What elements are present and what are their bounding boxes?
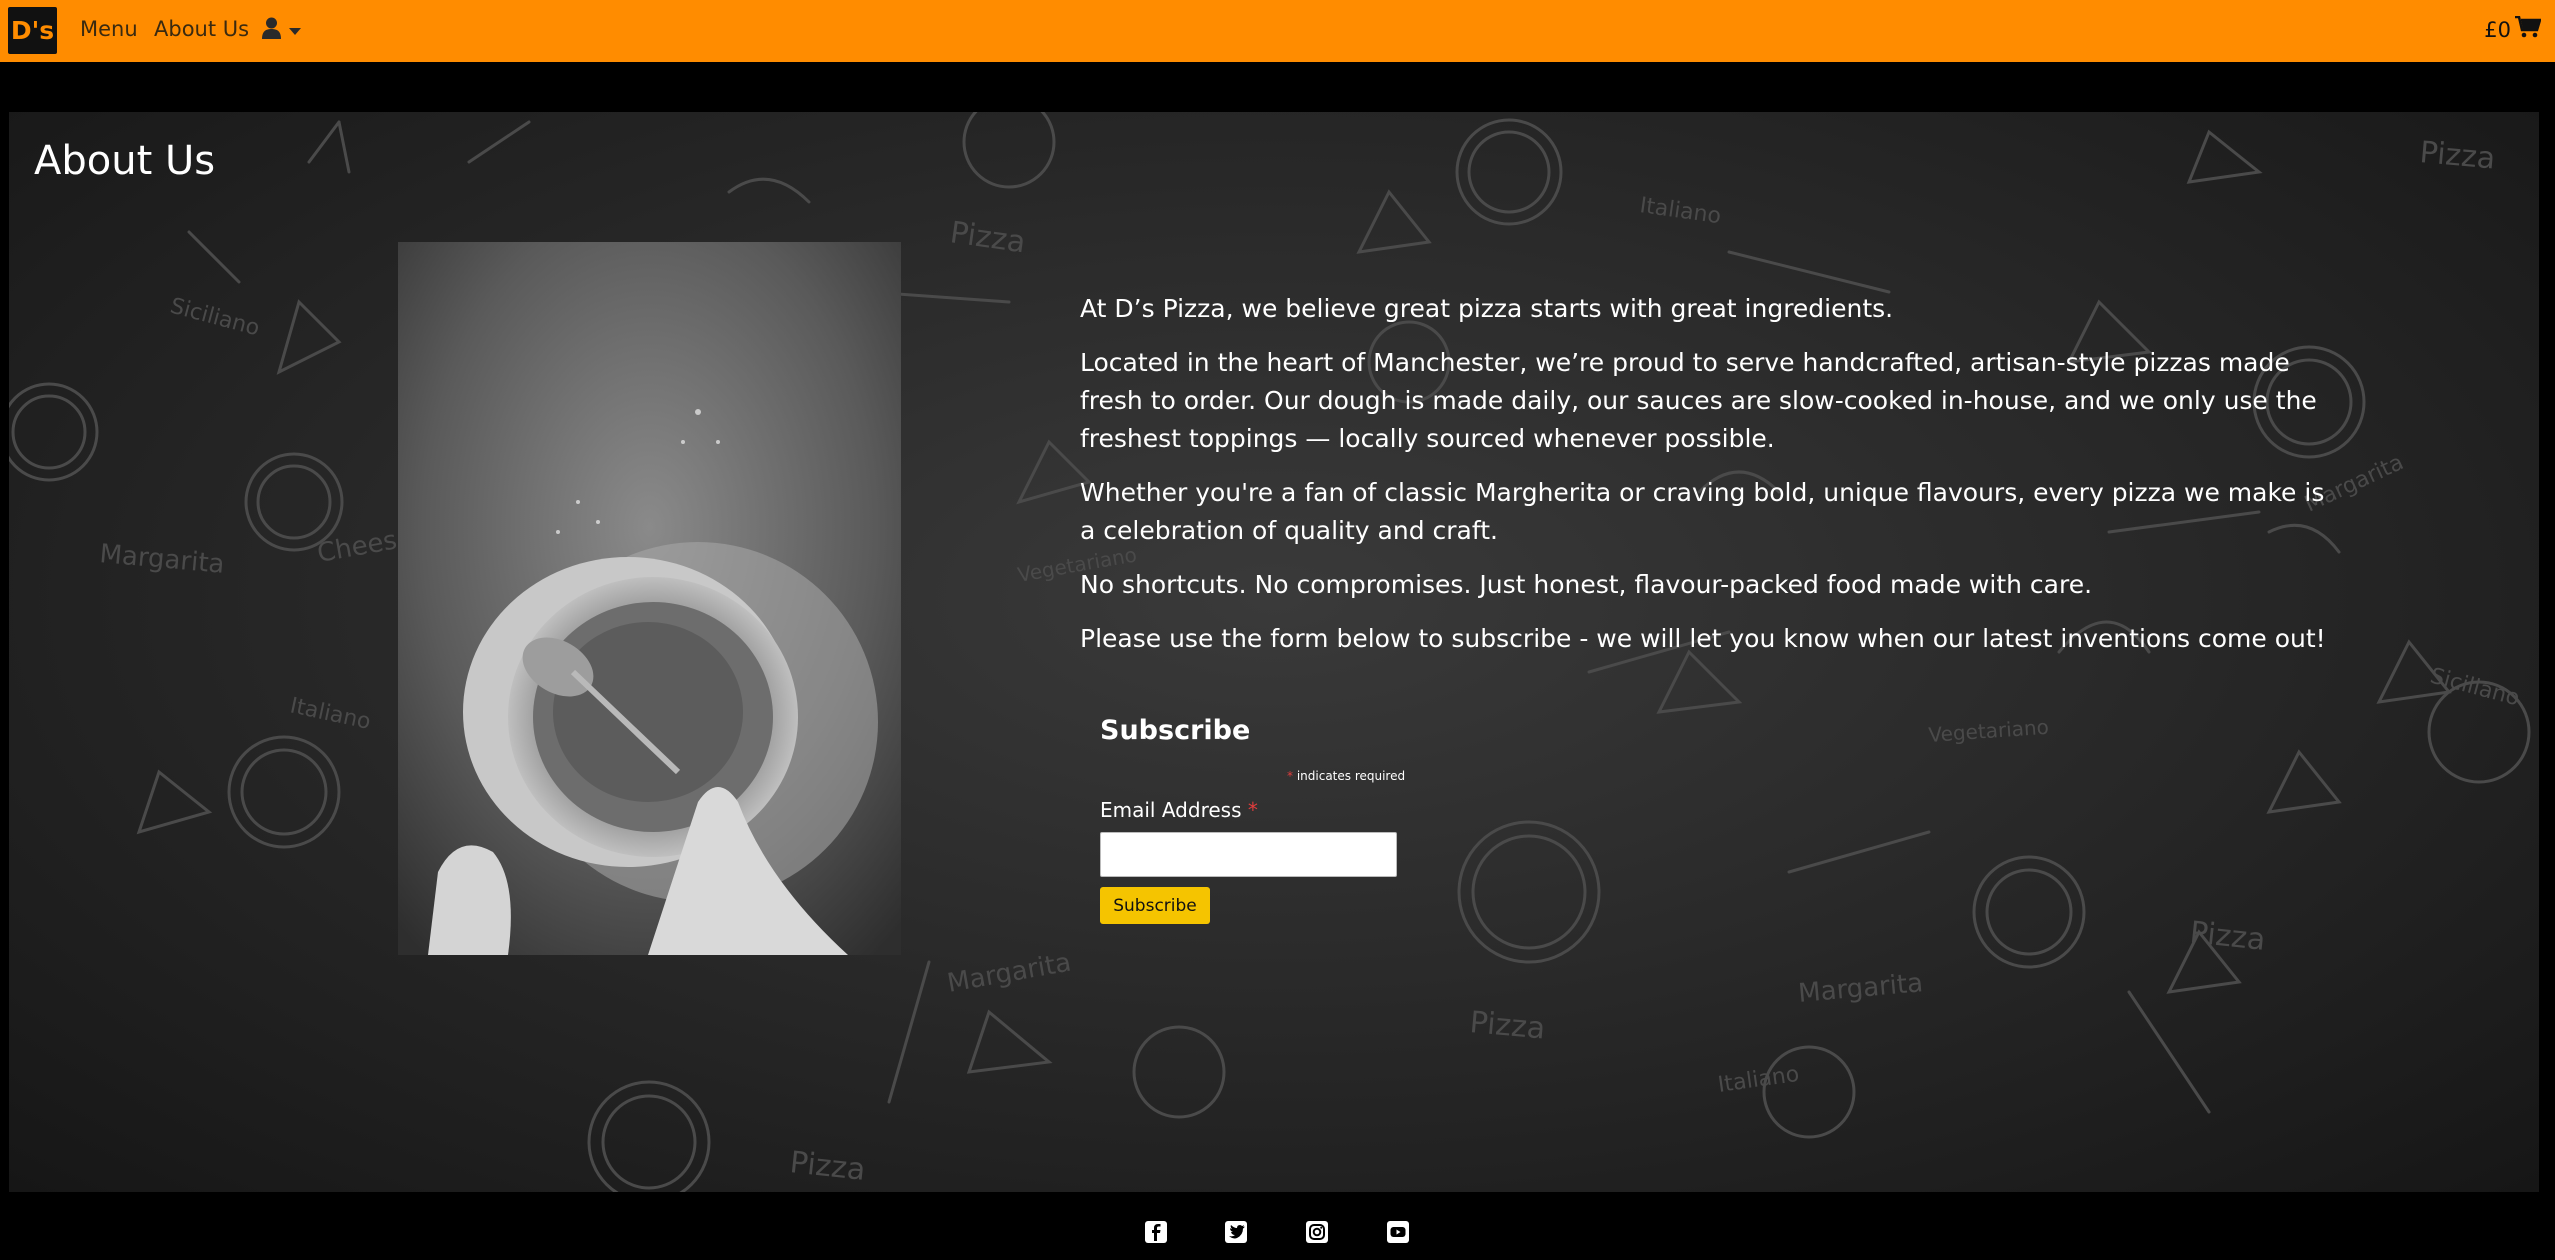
svg-text:Italiano: Italiano [1716, 1062, 1800, 1098]
nav-about-link[interactable]: About Us [154, 17, 249, 41]
page-title: About Us [34, 138, 216, 184]
cart-total: £0 [2484, 17, 2511, 42]
svg-text:Pizza: Pizza [2418, 135, 2496, 176]
brand-logo[interactable]: D's [8, 7, 57, 54]
cart-icon [2515, 15, 2542, 43]
email-label: Email Address * [1100, 798, 1258, 822]
required-asterisk: * [1287, 769, 1293, 783]
about-copy: At D’s Pizza, we believe great pizza sta… [1080, 290, 2330, 674]
svg-text:Siciliano: Siciliano [2427, 664, 2522, 712]
svg-text:Pizza: Pizza [948, 215, 1028, 260]
svg-text:Pizza: Pizza [1468, 1005, 1546, 1046]
required-asterisk: * [1247, 798, 1258, 822]
about-paragraph: No shortcuts. No compromises. Just hones… [1080, 570, 2093, 599]
about-paragraph: Whether you're a fan of classic Margheri… [1080, 478, 2325, 545]
svg-text:Margarita: Margarita [98, 539, 225, 580]
svg-text:Italiano: Italiano [288, 693, 373, 734]
svg-text:Pizza: Pizza [2188, 915, 2267, 958]
nav-menu-link[interactable]: Menu [80, 17, 138, 41]
twitter-icon[interactable] [1224, 1220, 1248, 1244]
svg-text:Pizza: Pizza [788, 1145, 867, 1188]
facebook-icon[interactable] [1144, 1220, 1168, 1244]
navbar: D's Menu About Us £0 [0, 0, 2555, 62]
about-section: Pizza Pizza Pizza Pizza Pizza Italiano I… [9, 112, 2539, 1192]
about-paragraph: At D’s Pizza, we believe great pizza sta… [1080, 294, 1894, 323]
svg-text:Siciliano: Siciliano [167, 294, 262, 342]
pizza-dough-photo [398, 242, 901, 955]
subscribe-button[interactable]: Subscribe [1100, 887, 1210, 924]
youtube-icon[interactable] [1386, 1220, 1410, 1244]
footer [0, 1192, 2555, 1260]
svg-text:Margarita: Margarita [1797, 968, 1924, 1009]
subscribe-heading: Subscribe [1100, 715, 1251, 746]
svg-text:Italiano: Italiano [1638, 193, 1722, 229]
about-paragraph: Located in the heart of Manchester, we’r… [1080, 348, 2317, 453]
about-paragraph: Please use the form below to subscribe -… [1080, 624, 2326, 653]
account-dropdown[interactable] [262, 17, 301, 43]
required-note: * indicates required [1287, 769, 1405, 783]
caret-down-icon [289, 21, 301, 40]
user-icon [262, 17, 281, 43]
svg-text:Vegetariano: Vegetariano [1928, 715, 2050, 747]
required-note-text: indicates required [1296, 769, 1406, 783]
email-field[interactable] [1100, 832, 1397, 877]
svg-text:Margarita: Margarita [945, 948, 1073, 999]
instagram-icon[interactable] [1305, 1220, 1329, 1244]
cart-button[interactable]: £0 [2484, 15, 2542, 43]
email-label-text: Email Address [1100, 798, 1242, 822]
